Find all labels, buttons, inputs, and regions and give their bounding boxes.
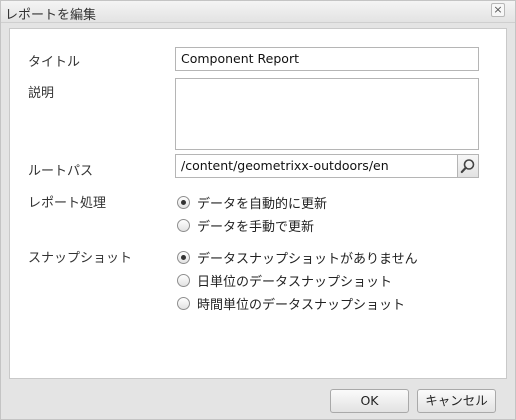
snapshot-option-hourly[interactable]: 時間単位のデータスナップショット bbox=[177, 294, 406, 313]
radio-label: 時間単位のデータスナップショット bbox=[197, 297, 406, 313]
snapshot-option-none[interactable]: データスナップショットがありません bbox=[177, 248, 418, 267]
title-label: タイトル bbox=[28, 55, 81, 70]
radio-label: 日単位のデータスナップショット bbox=[197, 274, 393, 290]
radio-auto-update[interactable] bbox=[177, 195, 190, 209]
processing-option-auto[interactable]: データを自動的に更新 bbox=[177, 193, 328, 212]
path-search-button[interactable] bbox=[457, 154, 479, 178]
cancel-button[interactable]: キャンセル bbox=[417, 389, 496, 413]
radio-manual-update[interactable] bbox=[177, 218, 190, 232]
snapshot-option-daily[interactable]: 日単位のデータスナップショット bbox=[177, 271, 393, 290]
search-icon bbox=[460, 159, 475, 174]
radio-no-snapshot[interactable] bbox=[177, 250, 190, 264]
processing-option-manual[interactable]: データを手動で更新 bbox=[177, 216, 315, 235]
root-path-input[interactable]: /content/geometrixx-outdoors/en bbox=[175, 154, 458, 178]
description-textarea[interactable] bbox=[175, 78, 479, 150]
form-panel: タイトル Component Report 説明 ルートパス /content/… bbox=[9, 28, 507, 379]
close-icon: × bbox=[493, 3, 503, 16]
description-label: 説明 bbox=[28, 86, 55, 101]
processing-label: レポート処理 bbox=[28, 196, 107, 211]
snapshot-label: スナップショット bbox=[28, 251, 133, 266]
radio-label: データスナップショットがありません bbox=[197, 251, 418, 267]
radio-daily-snapshot[interactable] bbox=[177, 273, 190, 287]
radio-hourly-snapshot[interactable] bbox=[177, 296, 190, 310]
ok-button[interactable]: OK bbox=[330, 389, 409, 413]
radio-label: データを手動で更新 bbox=[197, 219, 315, 235]
radio-label: データを自動的に更新 bbox=[197, 196, 328, 212]
dialog-title: レポートを編集 bbox=[5, 8, 97, 23]
root-path-label: ルートパス bbox=[28, 164, 94, 179]
dialog-titlebar[interactable]: レポートを編集 × bbox=[1, 1, 515, 23]
close-button[interactable]: × bbox=[491, 3, 505, 17]
title-input[interactable]: Component Report bbox=[175, 47, 479, 71]
edit-report-dialog: レポートを編集 × タイトル Component Report 説明 ルートパス… bbox=[0, 0, 516, 420]
